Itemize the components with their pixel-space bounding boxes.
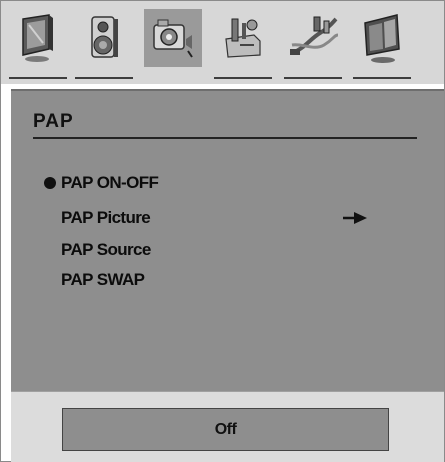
speaker-icon[interactable] [75, 9, 133, 67]
arrow-right-icon[interactable] [342, 211, 368, 225]
menu-item-pap-source[interactable]: PAP Source [61, 240, 151, 260]
pap-menu-panel: PAP PAP ON-OFF PAP Picture PAP Source PA… [11, 89, 444, 391]
settings-tools-icon[interactable] [214, 9, 272, 67]
value-strip: Off [11, 391, 444, 462]
menu-title: PAP [33, 111, 74, 132]
title-divider [33, 137, 417, 139]
tv-picture-icon[interactable] [9, 9, 67, 67]
menu-item-pap-swap[interactable]: PAP SWAP [61, 270, 145, 290]
value-display[interactable]: Off [62, 408, 389, 451]
icon-underline [353, 77, 411, 79]
icon-underline [284, 77, 342, 79]
menu-icon-bar [1, 1, 444, 84]
camera-timer-icon[interactable] [144, 9, 202, 67]
pap-screen-icon[interactable] [353, 9, 411, 67]
icon-underline [75, 77, 133, 79]
menu-item-pap-on-off[interactable]: PAP ON-OFF [61, 173, 159, 193]
icon-underline [9, 77, 67, 79]
icon-underline [214, 77, 272, 79]
menu-item-pap-picture[interactable]: PAP Picture [61, 208, 151, 228]
cables-icon[interactable] [284, 9, 342, 67]
selected-bullet-icon [44, 177, 56, 189]
